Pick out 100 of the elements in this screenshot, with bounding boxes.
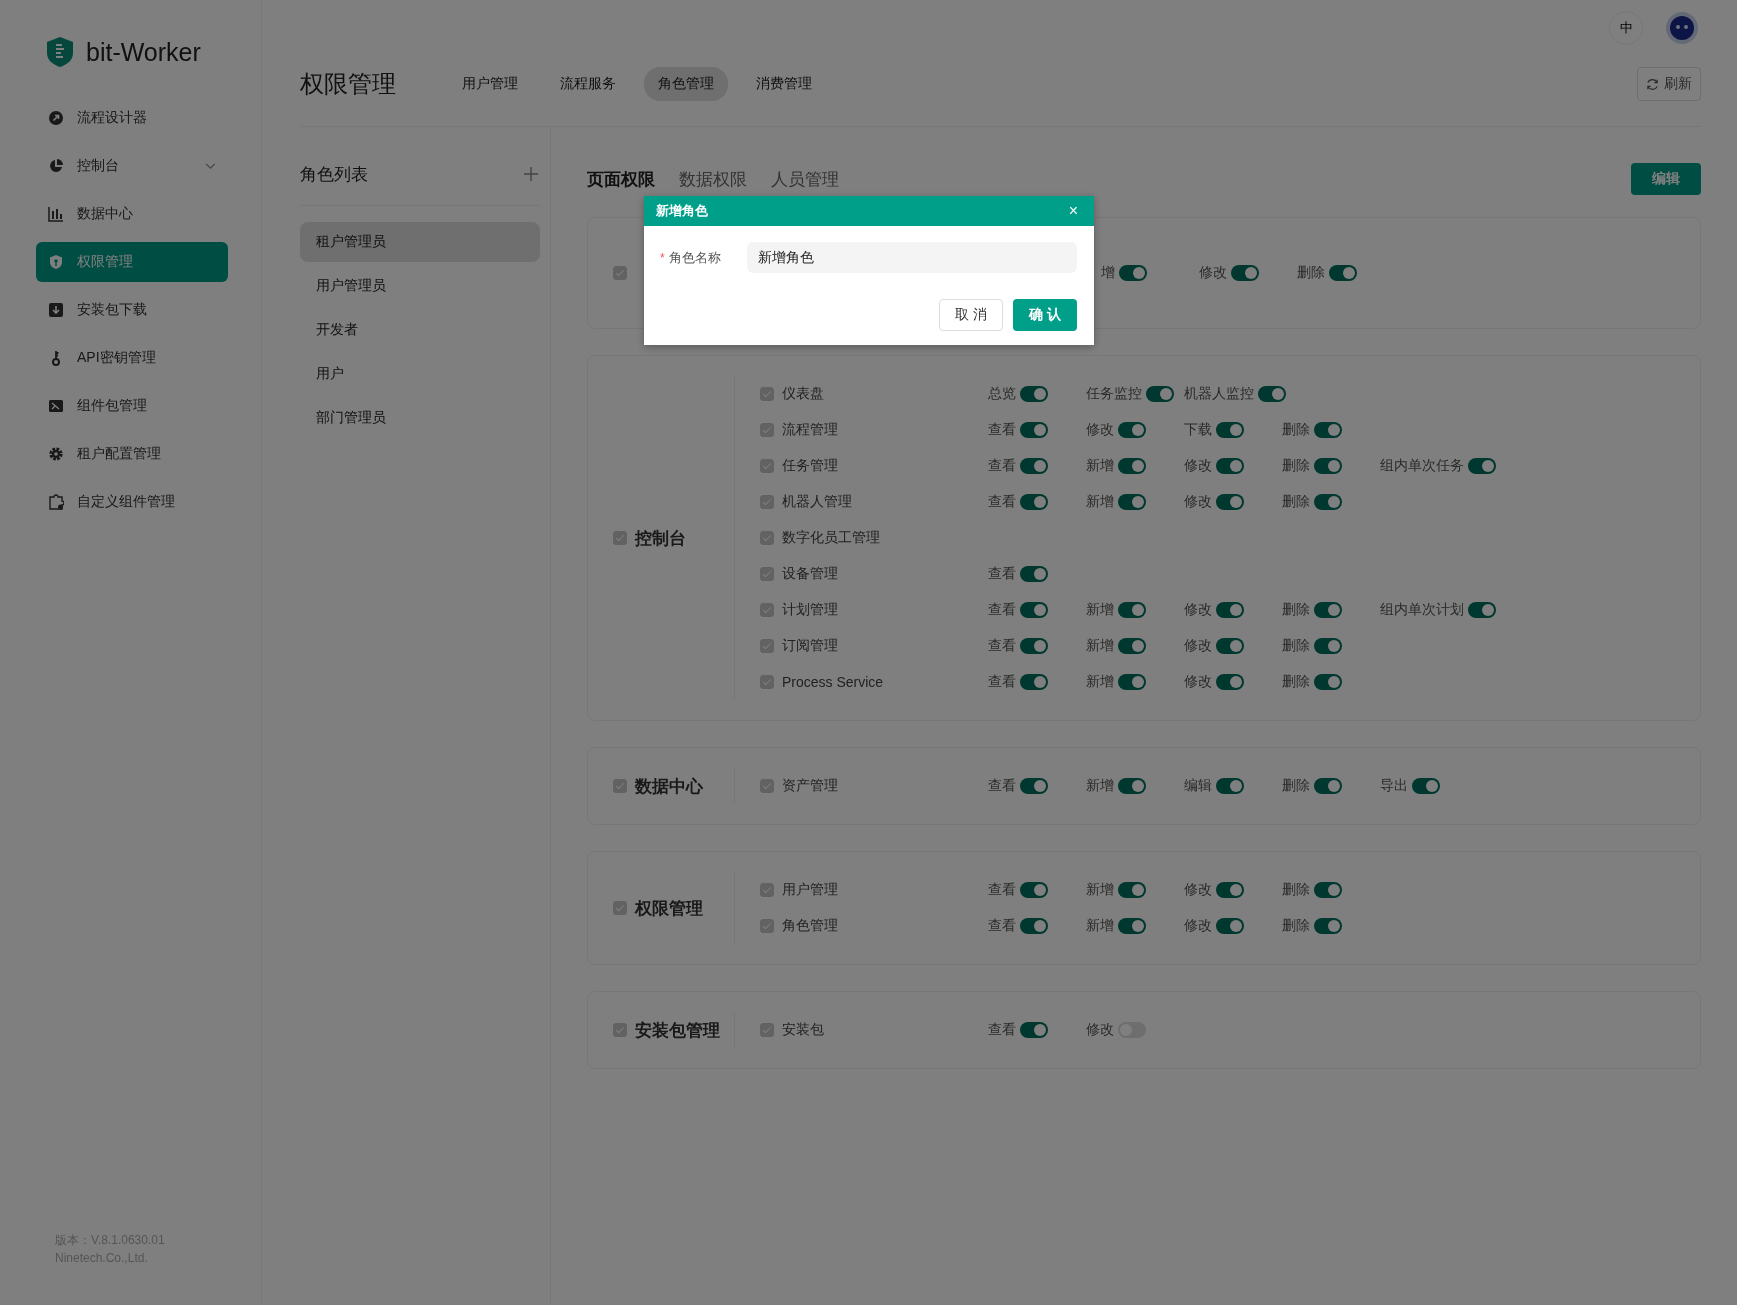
toggle-switch[interactable] [1216, 882, 1244, 898]
toggle-switch[interactable] [1314, 638, 1342, 654]
role-item[interactable]: 开发者 [300, 310, 540, 350]
toggle-switch[interactable] [1020, 918, 1048, 934]
permission-tab[interactable]: 人员管理 [771, 167, 859, 191]
permission-tab[interactable]: 页面权限 [587, 167, 675, 191]
permission-label: 删除 [1282, 493, 1310, 511]
toggle-switch[interactable] [1118, 602, 1146, 618]
toggle-switch[interactable] [1020, 674, 1048, 690]
language-button[interactable]: 中 [1609, 11, 1643, 45]
checkbox[interactable] [760, 387, 774, 401]
checkbox[interactable] [760, 779, 774, 793]
toggle-switch[interactable] [1118, 422, 1146, 438]
toggle-switch[interactable] [1216, 602, 1244, 618]
toggle-switch[interactable] [1216, 638, 1244, 654]
sidebar-item[interactable]: 组件包管理 [36, 386, 228, 426]
nav-tab[interactable]: 消费管理 [742, 67, 826, 101]
nav-tab[interactable]: 角色管理 [644, 67, 728, 101]
toggle-switch[interactable] [1314, 918, 1342, 934]
role-item[interactable]: 用户管理员 [300, 266, 540, 306]
permission-label: 机器人监控 [1184, 385, 1254, 403]
toggle-switch[interactable] [1216, 458, 1244, 474]
toggle-switch[interactable] [1258, 386, 1286, 402]
sidebar-item[interactable]: 控制台 [36, 146, 228, 186]
checkbox[interactable] [613, 531, 627, 545]
toggle-switch[interactable] [1118, 674, 1146, 690]
sidebar-item[interactable]: 流程设计器 [36, 98, 228, 138]
toggle-switch[interactable] [1314, 882, 1342, 898]
shield-logo-icon [46, 36, 74, 68]
toggle-switch[interactable] [1329, 265, 1357, 281]
toggle-switch[interactable] [1468, 458, 1496, 474]
sidebar-item[interactable]: 安装包下载 [36, 290, 228, 330]
toggle-switch[interactable] [1216, 494, 1244, 510]
toggle-switch[interactable] [1314, 778, 1342, 794]
nav-tab[interactable]: 用户管理 [448, 67, 532, 101]
permission-tab[interactable]: 数据权限 [679, 167, 767, 191]
checkbox[interactable] [613, 266, 627, 280]
sidebar-item[interactable]: API密钥管理 [36, 338, 228, 378]
nav-tab[interactable]: 流程服务 [546, 67, 630, 101]
module-name: 资产管理 [782, 777, 838, 795]
checkbox[interactable] [760, 495, 774, 509]
toggle-switch[interactable] [1314, 674, 1342, 690]
toggle-switch[interactable] [1020, 566, 1048, 582]
toggle-switch[interactable] [1216, 778, 1244, 794]
toggle-switch[interactable] [1216, 422, 1244, 438]
add-icon[interactable] [524, 167, 538, 181]
confirm-button[interactable]: 确 认 [1013, 299, 1077, 331]
toggle-switch[interactable] [1020, 494, 1048, 510]
toggle-switch[interactable] [1020, 1022, 1048, 1038]
toggle-switch[interactable] [1020, 882, 1048, 898]
checkbox[interactable] [760, 639, 774, 653]
role-item[interactable]: 部门管理员 [300, 398, 540, 438]
toggle-switch[interactable] [1314, 602, 1342, 618]
close-button[interactable]: × [1064, 202, 1082, 220]
checkbox[interactable] [760, 567, 774, 581]
sidebar-item[interactable]: 权限管理 [36, 242, 228, 282]
toggle-switch[interactable] [1468, 602, 1496, 618]
toggle-switch[interactable] [1020, 778, 1048, 794]
checkbox[interactable] [760, 459, 774, 473]
checkbox[interactable] [760, 675, 774, 689]
checkbox[interactable] [760, 883, 774, 897]
cancel-button[interactable]: 取 消 [939, 299, 1003, 331]
toggle-switch[interactable] [1020, 458, 1048, 474]
toggle-switch[interactable] [1146, 386, 1174, 402]
toggle-switch[interactable] [1118, 778, 1146, 794]
toggle-switch[interactable] [1231, 265, 1259, 281]
checkbox[interactable] [613, 901, 627, 915]
toggle-switch[interactable] [1314, 458, 1342, 474]
sidebar-item[interactable]: 数据中心 [36, 194, 228, 234]
sidebar-item[interactable]: 租户配置管理 [36, 434, 228, 474]
checkbox[interactable] [760, 919, 774, 933]
checkbox[interactable] [613, 1023, 627, 1037]
toggle-switch[interactable] [1118, 638, 1146, 654]
toggle-switch[interactable] [1118, 494, 1146, 510]
toggle-switch[interactable] [1119, 265, 1147, 281]
toggle-switch[interactable] [1020, 602, 1048, 618]
toggle-switch[interactable] [1118, 458, 1146, 474]
role-item[interactable]: 租户管理员 [300, 222, 540, 262]
checkbox[interactable] [760, 1023, 774, 1037]
checkbox[interactable] [760, 603, 774, 617]
permission-label: 新增 [1086, 917, 1114, 935]
avatar-icon[interactable] [1665, 11, 1699, 45]
toggle-switch[interactable] [1118, 918, 1146, 934]
checkbox[interactable] [760, 531, 774, 545]
toggle-switch[interactable] [1020, 386, 1048, 402]
toggle-switch[interactable] [1216, 918, 1244, 934]
toggle-switch[interactable] [1412, 778, 1440, 794]
refresh-button[interactable]: 刷新 [1637, 67, 1701, 101]
toggle-switch[interactable] [1020, 638, 1048, 654]
toggle-switch[interactable] [1020, 422, 1048, 438]
toggle-switch[interactable] [1216, 674, 1244, 690]
toggle-switch[interactable] [1314, 494, 1342, 510]
toggle-switch[interactable] [1314, 422, 1342, 438]
checkbox[interactable] [613, 779, 627, 793]
checkbox[interactable] [760, 423, 774, 437]
sidebar-item[interactable]: 自定义组件管理 [36, 482, 228, 522]
role-name-field[interactable]: 新增角色 [746, 242, 1077, 273]
edit-button[interactable]: 编辑 [1631, 163, 1701, 195]
role-item[interactable]: 用户 [300, 354, 540, 394]
toggle-switch[interactable] [1118, 882, 1146, 898]
